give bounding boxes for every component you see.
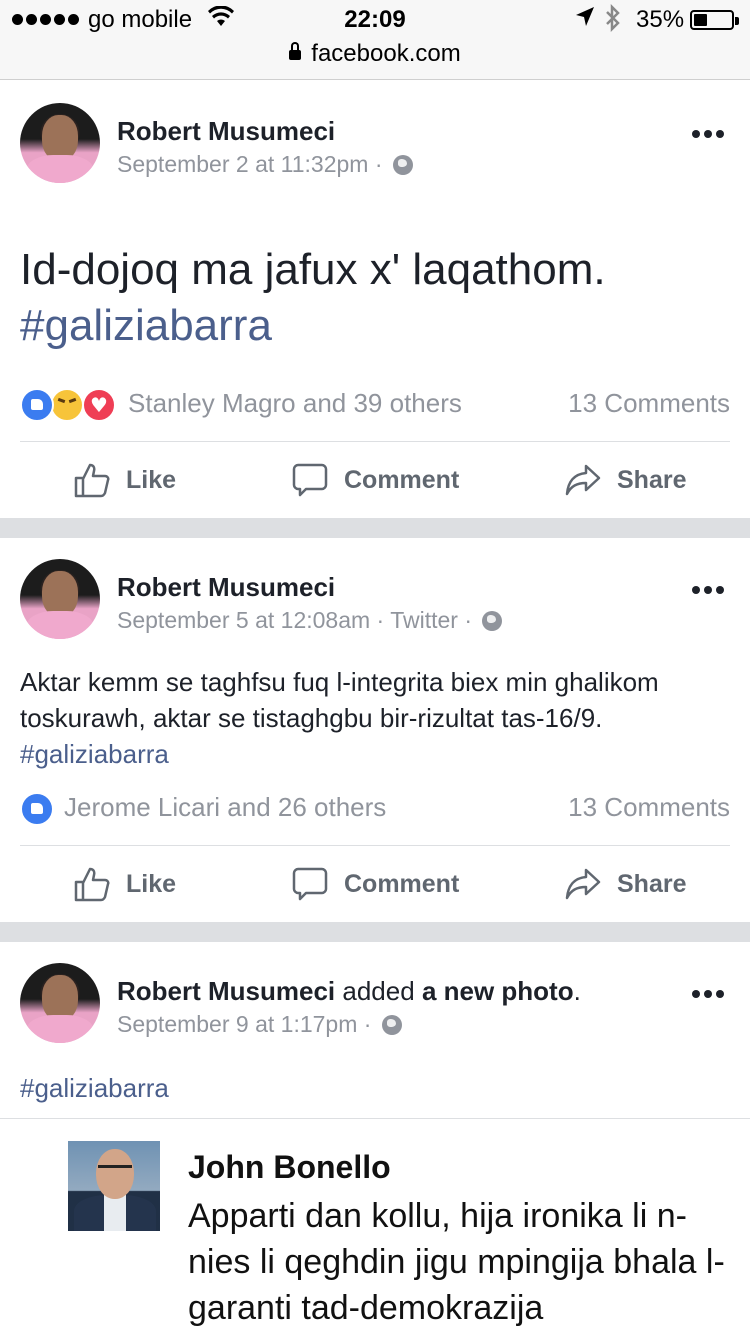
post-date[interactable]: September 5 at 12:08am: [117, 607, 370, 633]
post-meta: September 9 at 1:17pm ·: [117, 1011, 402, 1038]
haha-reaction-icon: [50, 388, 84, 422]
quoted-text: Apparti dan kollu, hija ironika li n-nie…: [188, 1197, 725, 1327]
post-actions: Like Comment Share: [0, 450, 750, 510]
like-label: Like: [126, 465, 177, 494]
post-actions: Like Comment Share: [0, 854, 750, 914]
hashtag-link[interactable]: #galiziabarra: [20, 739, 169, 769]
like-button[interactable]: Like: [74, 450, 176, 510]
like-button[interactable]: Like: [74, 854, 176, 914]
post-action: added: [342, 976, 415, 1006]
more-options-icon[interactable]: [692, 130, 724, 138]
divider: [20, 845, 730, 846]
more-options-icon[interactable]: [692, 586, 724, 594]
url-bar[interactable]: facebook.com: [0, 40, 750, 76]
battery-icon: [690, 10, 739, 30]
post-card: Robert Musumeci September 5 at 12:08am ·…: [0, 538, 750, 922]
like-reaction-icon: [20, 388, 54, 422]
comment-label: Comment: [344, 869, 460, 898]
author-name[interactable]: Robert Musumeci: [117, 116, 335, 147]
post-date[interactable]: September 9 at 1:17pm: [117, 1011, 357, 1037]
share-arrow-icon: [565, 868, 601, 900]
url-domain: facebook.com: [311, 40, 461, 67]
author-name[interactable]: Robert Musumeci: [117, 572, 335, 603]
reaction-names: Jerome Licari and 26 others: [64, 792, 387, 822]
post-source: Twitter: [390, 607, 458, 633]
post-photo[interactable]: John Bonello Apparti dan kollu, hija iro…: [0, 1118, 750, 1334]
post-meta: September 2 at 11:32pm ·: [117, 151, 413, 178]
status-bar: go mobile 22:09 35%: [0, 0, 750, 40]
post-action-object[interactable]: a new photo: [422, 976, 574, 1006]
quoted-name: John Bonello: [188, 1149, 391, 1185]
post-date[interactable]: September 2 at 11:32pm: [117, 151, 368, 177]
comment-bubble-icon: [292, 463, 328, 497]
lock-icon: [289, 42, 302, 60]
post-meta: September 5 at 12:08am · Twitter ·: [117, 607, 503, 634]
author-avatar[interactable]: [20, 963, 100, 1043]
comment-button[interactable]: Comment: [292, 854, 459, 914]
like-label: Like: [126, 869, 177, 898]
share-label: Share: [617, 869, 687, 898]
globe-icon: [482, 611, 503, 631]
author-name[interactable]: Robert Musumeci: [117, 976, 335, 1006]
share-button[interactable]: Share: [565, 450, 686, 510]
post-separator: [0, 922, 750, 942]
post-separator: [0, 518, 750, 538]
post-text: #galiziabarra: [20, 1070, 730, 1106]
reaction-names: Stanley Magro and 39 others: [128, 388, 462, 418]
reaction-summary[interactable]: Jerome Licari and 26 others 13 Comments: [20, 790, 730, 830]
share-button[interactable]: Share: [565, 854, 686, 914]
comments-count[interactable]: 13 Comments: [568, 388, 730, 419]
more-options-icon[interactable]: [692, 990, 724, 998]
quoted-profile-picture: [68, 1141, 160, 1231]
comment-label: Comment: [344, 465, 460, 494]
hashtag-link[interactable]: #galiziabarra: [20, 301, 272, 350]
browser-top-bar: go mobile 22:09 35% facebook.com: [0, 0, 750, 80]
thumbs-up-icon: [74, 867, 110, 902]
post-text: Id-dojoq ma jafux x' laqathom. #galiziab…: [20, 245, 606, 350]
author-line: Robert Musumeci added a new photo.: [117, 976, 581, 1006]
comments-count[interactable]: 13 Comments: [568, 792, 730, 823]
like-reaction-icon: [20, 792, 54, 826]
divider: [20, 441, 730, 442]
comment-bubble-icon: [292, 867, 328, 901]
globe-icon: [392, 155, 413, 175]
bluetooth-icon: [604, 3, 622, 39]
love-reaction-icon: [82, 388, 116, 422]
post-card: Robert Musumeci September 2 at 11:32pm ·…: [0, 82, 750, 518]
author-avatar[interactable]: [20, 103, 100, 183]
battery-percentage: 35%: [636, 6, 685, 33]
hashtag-link[interactable]: #galiziabarra: [20, 1073, 169, 1103]
share-label: Share: [617, 465, 687, 494]
thumbs-up-icon: [74, 463, 110, 498]
location-arrow-icon: [575, 6, 595, 35]
share-arrow-icon: [565, 464, 601, 496]
comment-button[interactable]: Comment: [292, 450, 459, 510]
globe-icon: [381, 1015, 402, 1035]
post-text: Aktar kemm se taghfsu fuq l-integrita bi…: [20, 667, 659, 769]
author-avatar[interactable]: [20, 559, 100, 639]
reaction-summary[interactable]: Stanley Magro and 39 others 13 Comments: [20, 386, 730, 426]
